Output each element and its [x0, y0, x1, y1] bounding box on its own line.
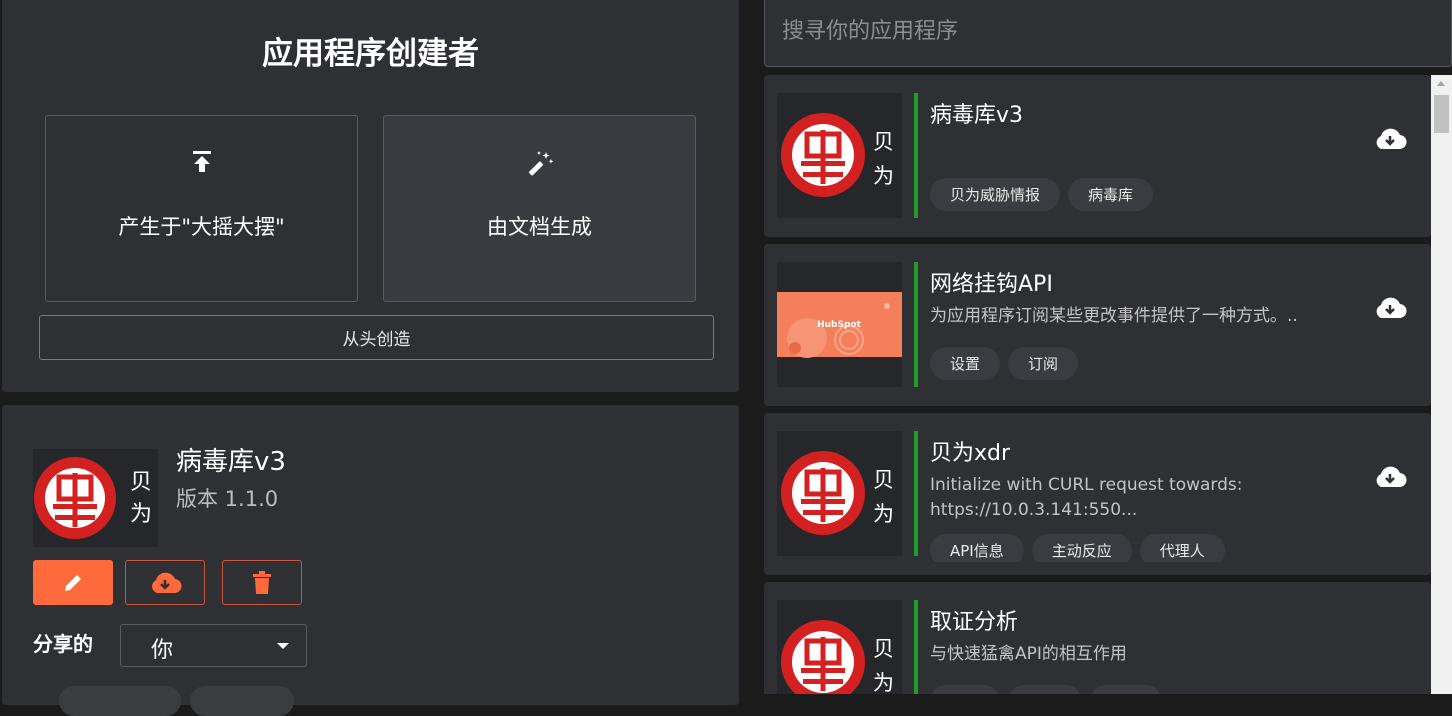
delete-button[interactable]: [222, 560, 302, 605]
app-card-tags: 设置 订阅: [930, 347, 1079, 380]
download-icon[interactable]: [1373, 294, 1407, 320]
logo-text: 贝为: [873, 130, 894, 188]
list-scrollbar[interactable]: [1431, 75, 1452, 694]
app-title: 病毒库v3: [176, 447, 286, 477]
edit-icon: [65, 574, 81, 591]
app-card-name: 取证分析: [930, 610, 1019, 635]
edit-button[interactable]: [33, 560, 113, 605]
generate-from-swagger-card[interactable]: 产生于"大摇大摆": [45, 115, 358, 302]
creator-title: 应用程序创建者: [262, 36, 479, 72]
app-card-logo: 贝为: [777, 93, 902, 218]
magic-wand-icon: [384, 150, 695, 180]
generate-from-swagger-label: 产生于"大摇大摆": [118, 215, 285, 239]
app-card[interactable]: HubSpot 网络挂钩API 为应用程序订阅某些更改事件提供了一种方式。.. …: [764, 244, 1431, 406]
tag-chip[interactable]: 贝为威胁情报: [930, 178, 1061, 211]
create-from-scratch-button[interactable]: 从头创造: [39, 315, 714, 360]
generate-from-docs-label: 由文档生成: [487, 215, 592, 239]
status-bar: [914, 262, 918, 387]
app-card-description: 与快速猛禽API的相互作用: [930, 644, 1127, 664]
download-icon: [152, 572, 182, 593]
chevron-down-icon: [277, 643, 289, 649]
hubspot-logo-text: HubSpot: [817, 320, 861, 330]
app-card-logo: 贝为: [777, 600, 902, 694]
tag-chip[interactable]: 病毒库: [1068, 178, 1154, 211]
download-button[interactable]: [125, 560, 205, 605]
download-icon[interactable]: [1373, 463, 1407, 489]
tag-chip: [59, 686, 181, 716]
tag-chip[interactable]: [1008, 685, 1082, 694]
tag-chip[interactable]: 设置: [930, 347, 1001, 380]
app-logo: 贝为: [33, 449, 158, 547]
app-detail-panel: 贝为 病毒库v3 版本 1.1.0 分享的 你: [2, 405, 739, 716]
app-card-name: 病毒库v3: [930, 103, 1024, 128]
download-icon[interactable]: [1373, 125, 1407, 151]
hubspot-logo-icon: HubSpot: [777, 292, 902, 358]
app-card-tags: 贝为威胁情报 病毒库: [930, 178, 1154, 211]
app-card-name: 贝为xdr: [930, 441, 1011, 466]
app-creator-panel: 应用程序创建者 产生于"大摇大摆" 由文档生成 从头创造: [2, 0, 739, 392]
tag-chip[interactable]: API信息: [930, 534, 1024, 562]
share-select[interactable]: 你: [120, 624, 307, 667]
app-card[interactable]: 贝为 取证分析 与快速猛禽API的相互作用: [764, 582, 1431, 694]
upload-icon: [46, 150, 357, 180]
scroll-up-icon[interactable]: [1437, 81, 1445, 86]
tag-chip[interactable]: 订阅: [1008, 347, 1079, 380]
app-card[interactable]: 贝为 贝为xdr Initialize with CURL request to…: [764, 413, 1431, 575]
generate-from-docs-card[interactable]: 由文档生成: [383, 115, 696, 302]
tag-chip[interactable]: 主动反应: [1031, 534, 1132, 562]
app-card-logo: 贝为: [777, 431, 902, 556]
app-list: 贝为 病毒库v3 贝为威胁情报 病毒库 HubSpot 网络挂钩API 为应用程…: [764, 75, 1431, 694]
share-label: 分享的: [33, 632, 93, 656]
app-version: 版本 1.1.0: [176, 487, 279, 511]
scrollbar-thumb[interactable]: [1434, 95, 1449, 133]
tag-chip[interactable]: [930, 685, 1000, 694]
tag-chip: [190, 686, 294, 716]
delete-icon: [253, 570, 271, 594]
logo-text: 贝为: [130, 470, 152, 527]
share-select-value: 你: [151, 638, 174, 663]
app-card-tags: API信息 主动反应 代理人: [930, 534, 1225, 562]
tag-chip[interactable]: 代理人: [1139, 534, 1225, 562]
app-card-logo: HubSpot: [777, 262, 902, 387]
app-card-tags: [930, 685, 1162, 694]
status-bar: [914, 93, 918, 218]
logo-text: 贝为: [873, 637, 894, 694]
app-card-description: Initialize with CURL request towards: ht…: [930, 475, 1243, 520]
huawei-logo-icon: 贝为: [34, 457, 152, 539]
app-card-description: 为应用程序订阅某些更改事件提供了一种方式。..: [930, 306, 1298, 326]
status-bar: [914, 600, 918, 694]
status-bar: [914, 431, 918, 556]
tag-chip[interactable]: [1090, 685, 1162, 694]
app-card[interactable]: 贝为 病毒库v3 贝为威胁情报 病毒库: [764, 75, 1431, 237]
logo-text: 贝为: [873, 468, 894, 526]
app-card-name: 网络挂钩API: [930, 272, 1053, 297]
search-input[interactable]: [764, 0, 1452, 67]
